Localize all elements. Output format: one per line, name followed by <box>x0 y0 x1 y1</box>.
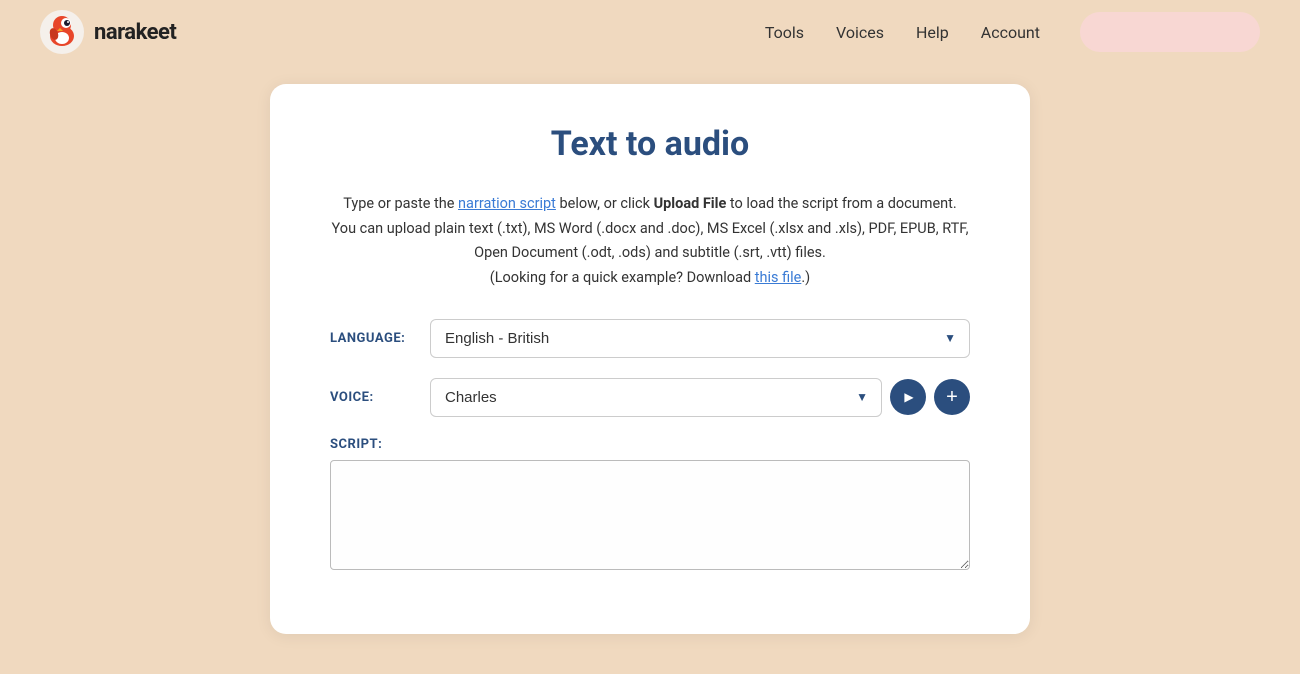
desc-example-pre: (Looking for a quick example? Download <box>490 269 755 286</box>
voice-select-wrapper: Charles Amy Emma Brian ▼ <box>430 378 882 417</box>
nav-cta-button[interactable] <box>1080 12 1260 52</box>
logo-text: narakeet <box>94 20 176 45</box>
nav-tools[interactable]: Tools <box>765 23 804 42</box>
script-textarea-wrapper <box>330 460 970 574</box>
script-row: SCRIPT: <box>330 437 970 574</box>
nav-links: Tools Voices Help Account <box>765 23 1040 42</box>
voice-controls <box>890 379 970 415</box>
narration-script-link[interactable]: narration script <box>458 195 556 212</box>
script-textarea[interactable] <box>330 460 970 570</box>
card-title: Text to audio <box>330 124 970 164</box>
main-content: Text to audio Type or paste the narratio… <box>0 64 1300 674</box>
language-select[interactable]: English - British English - American Eng… <box>430 319 970 358</box>
language-label: LANGUAGE: <box>330 331 430 346</box>
this-file-link[interactable]: this file <box>755 269 802 286</box>
voice-label: VOICE: <box>330 390 430 405</box>
card-description: Type or paste the narration script below… <box>330 192 970 291</box>
nav-voices[interactable]: Voices <box>836 23 884 42</box>
logo-icon <box>40 10 84 54</box>
nav-help[interactable]: Help <box>916 23 949 42</box>
voice-play-button[interactable] <box>890 379 926 415</box>
language-select-wrapper: English - British English - American Eng… <box>430 319 970 358</box>
voice-add-button[interactable] <box>934 379 970 415</box>
desc-pre-link: Type or paste the <box>343 195 458 212</box>
voice-select[interactable]: Charles Amy Emma Brian <box>430 378 882 417</box>
card: Text to audio Type or paste the narratio… <box>270 84 1030 634</box>
desc-example-post: .) <box>801 269 810 286</box>
nav-account[interactable]: Account <box>981 23 1040 42</box>
language-row: LANGUAGE: English - British English - Am… <box>330 319 970 358</box>
script-label: SCRIPT: <box>330 437 382 452</box>
navbar: narakeet Tools Voices Help Account <box>0 0 1300 64</box>
logo[interactable]: narakeet <box>40 10 176 54</box>
voice-row: VOICE: Charles Amy Emma Brian ▼ <box>330 378 970 417</box>
